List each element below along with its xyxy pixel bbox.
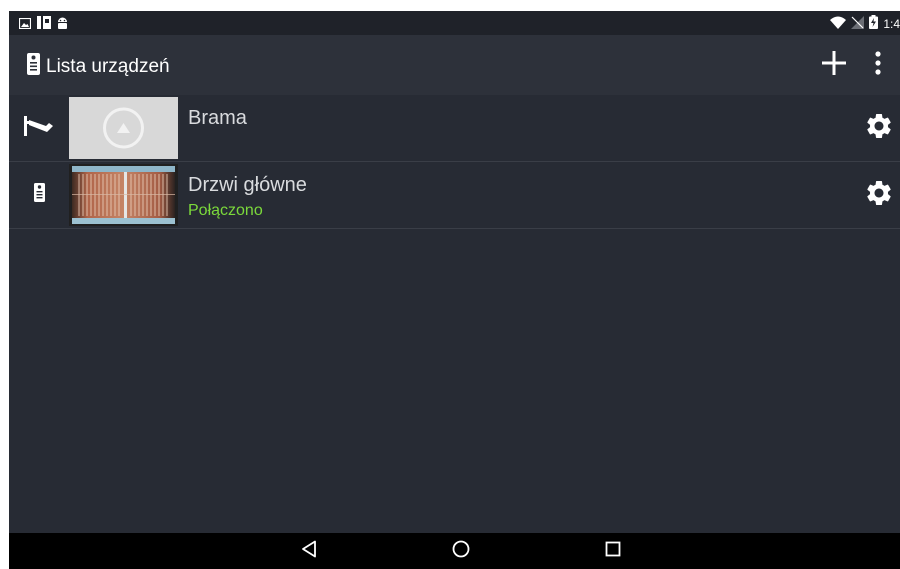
camera-icon [22, 114, 56, 143]
status-bar: 1:4 [9, 11, 900, 35]
overflow-menu-icon [875, 50, 881, 80]
no-signal-icon [851, 15, 865, 32]
image-icon [18, 16, 32, 34]
recents-button[interactable] [593, 539, 633, 563]
device-settings-button[interactable] [862, 178, 896, 212]
device-type [21, 183, 57, 207]
back-button[interactable] [289, 539, 329, 563]
recents-icon [605, 541, 621, 562]
device-name: Brama [188, 107, 247, 129]
status-notifications [18, 16, 68, 34]
android-icon [57, 16, 68, 34]
device-settings-button[interactable] [862, 111, 896, 145]
overflow-menu-button[interactable] [856, 49, 900, 81]
gear-icon [864, 111, 894, 146]
app-screen: 1:4 Lista urządzeń Brama Drzwi główne Po… [9, 11, 900, 569]
home-button[interactable] [441, 539, 481, 563]
app-bar: Lista urządzeń [9, 35, 900, 95]
add-device-button[interactable] [812, 49, 856, 81]
device-list: Brama Drzwi główne Połączono [9, 95, 900, 229]
device-status: Połączono [188, 202, 263, 219]
intercom-icon [33, 183, 45, 207]
battery-charging-icon [869, 15, 879, 32]
navigation-bar [9, 533, 900, 569]
device-thumbnail [69, 97, 178, 159]
app-bar-actions [812, 49, 900, 81]
page-title: Lista urządzeń [46, 56, 170, 77]
intercom-icon [27, 53, 40, 81]
app-title: Lista urządzeń [27, 53, 170, 81]
device-name: Drzwi główne [188, 174, 307, 196]
camera-preview-thumbnail [69, 164, 178, 226]
sim-card-icon [37, 16, 51, 34]
wifi-icon [830, 16, 847, 32]
home-icon [452, 540, 470, 563]
add-icon [822, 50, 846, 80]
device-row-drzwi-glowne[interactable]: Drzwi główne Połączono [9, 162, 900, 229]
device-row-brama[interactable]: Brama [9, 95, 900, 162]
status-system: 1:4 [830, 15, 900, 32]
status-time: 1:4 [883, 16, 900, 31]
device-type [21, 114, 57, 143]
back-icon [301, 540, 317, 563]
gear-icon [864, 178, 894, 213]
